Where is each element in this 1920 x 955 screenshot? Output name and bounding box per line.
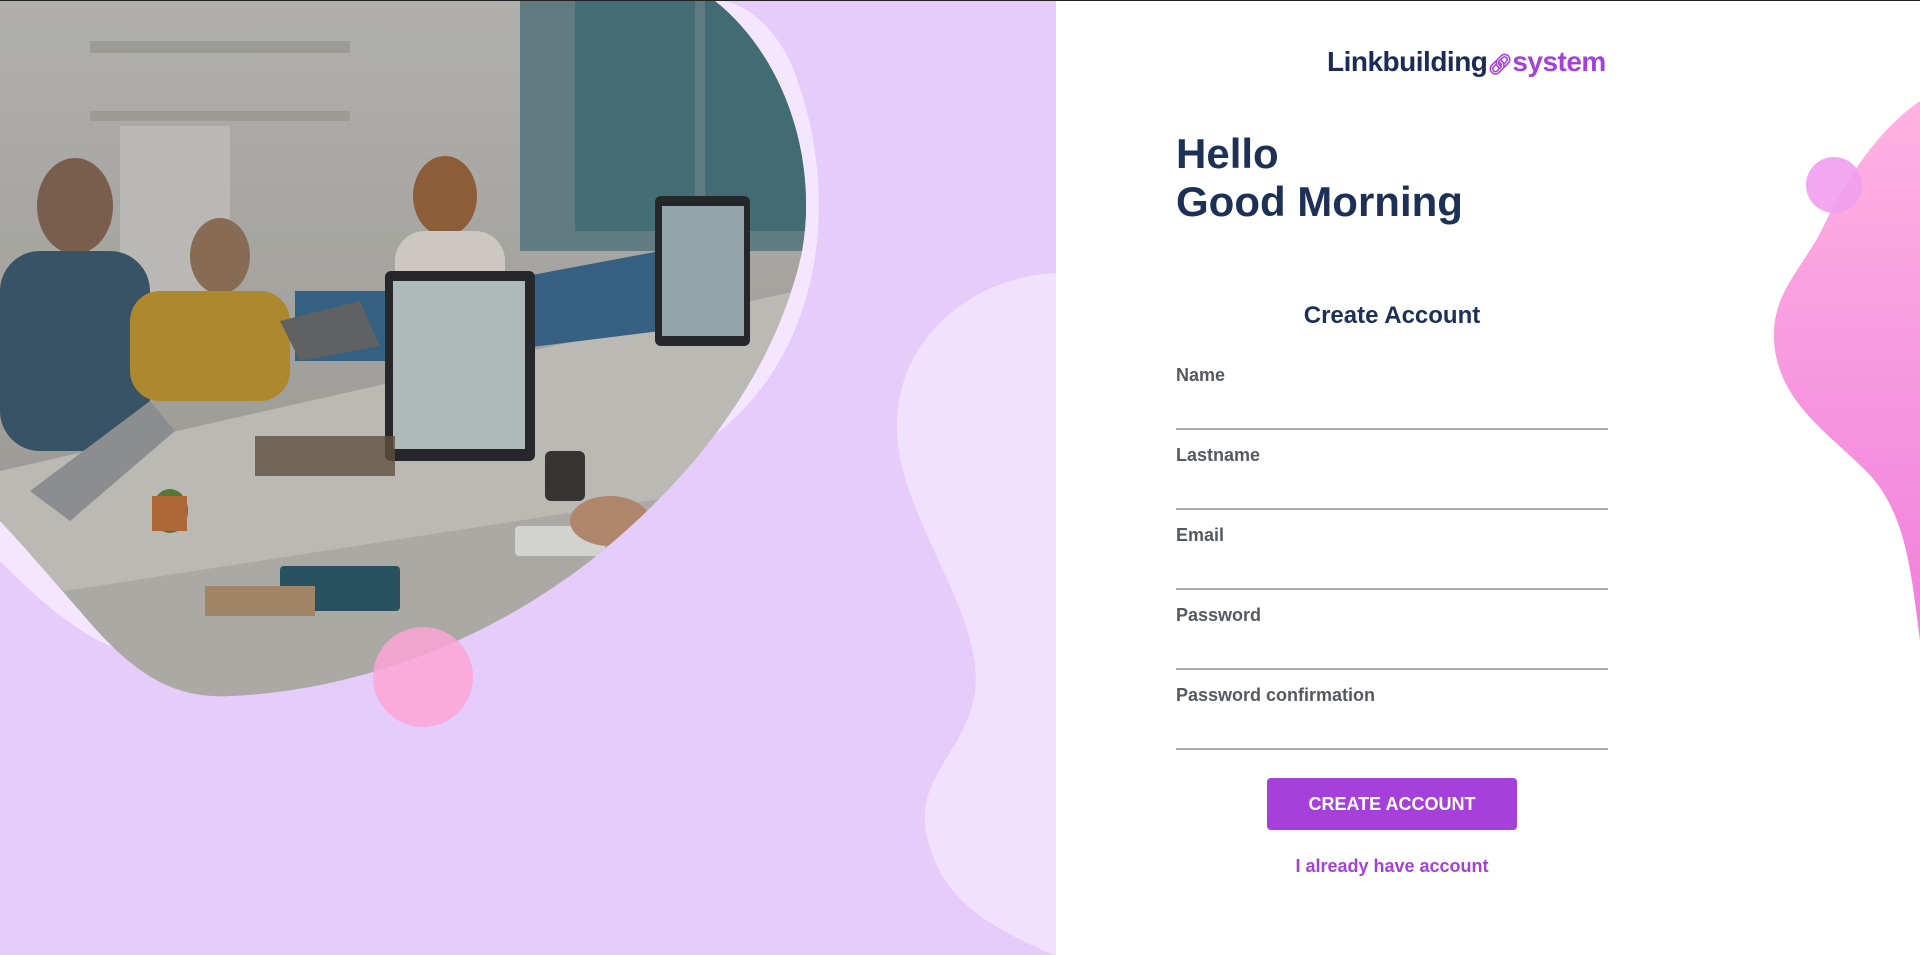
hero-background [0,1,1056,955]
lastname-input[interactable] [1176,474,1608,510]
password-input[interactable] [1176,634,1608,670]
office-photo [0,1,807,697]
greeting-heading: Hello Good Morning [1176,130,1463,226]
greeting-line-2: Good Morning [1176,178,1463,225]
already-have-account-link[interactable]: I already have account [1176,856,1608,877]
brand-name-part1: Linkbuilding [1327,46,1488,77]
name-field: Name [1176,364,1608,430]
light-wave-shape [896,273,1056,955]
password-confirmation-input[interactable] [1176,714,1608,750]
password-label: Password [1176,605,1262,625]
lastname-field: Lastname [1176,444,1608,510]
email-field: Email [1176,524,1608,590]
password-field: Password [1176,604,1608,670]
email-input[interactable] [1176,554,1608,590]
brand-name-part2: system [1512,46,1606,77]
email-label: Email [1176,525,1225,545]
name-label: Name [1176,365,1226,385]
name-input[interactable] [1176,394,1608,430]
create-account-button[interactable]: CREATE ACCOUNT [1267,778,1517,830]
lastname-label: Lastname [1176,445,1261,465]
pink-circle-decoration [373,627,473,727]
brand-logo: Linkbuilding🔗︎system [1327,46,1606,78]
greeting-line-1: Hello [1176,130,1279,177]
password-confirmation-label: Password confirmation [1176,685,1376,705]
hero-panel [0,1,1056,955]
password-confirmation-field: Password confirmation [1176,684,1608,750]
form-title: Create Account [1303,302,1481,329]
link-icon: 🔗︎ [1487,54,1513,76]
